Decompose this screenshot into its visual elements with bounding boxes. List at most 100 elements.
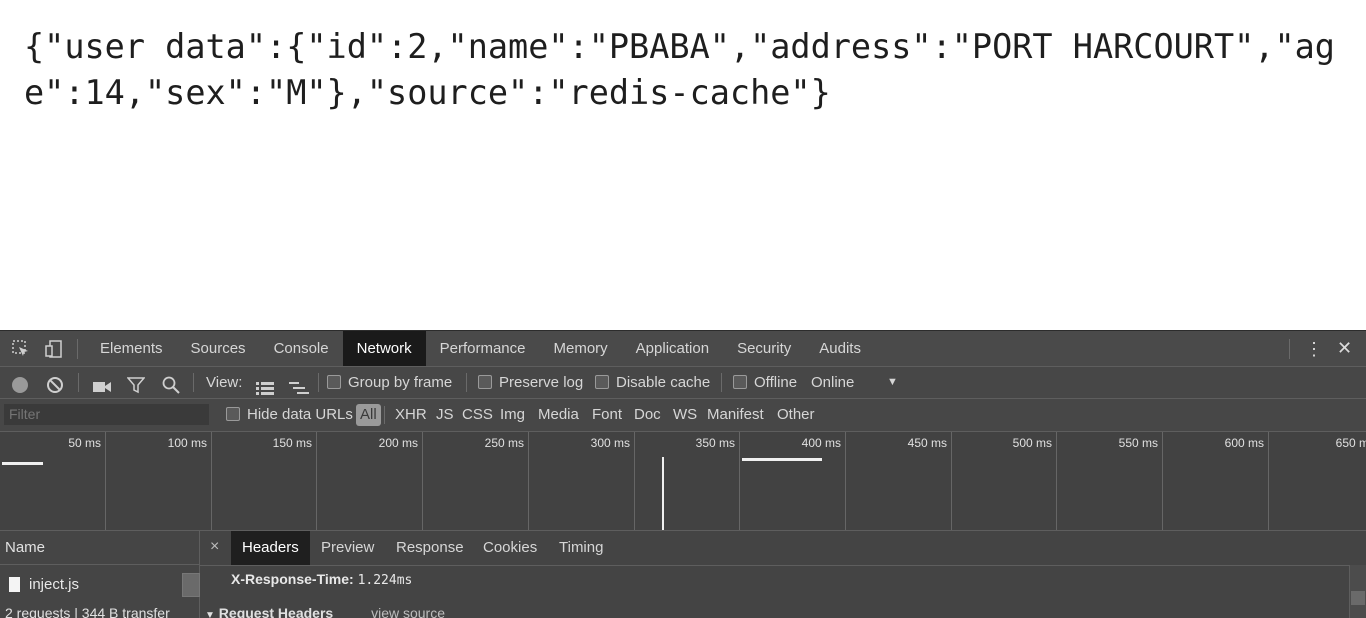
waterfall-view-icon[interactable] [289, 375, 309, 394]
filter-type-xhr[interactable]: XHR [395, 399, 427, 431]
filter-type-js[interactable]: JS [436, 399, 454, 431]
chevron-down-icon: ▼ [887, 376, 898, 388]
timeline-gridline [1162, 432, 1163, 530]
large-rows-icon[interactable] [256, 375, 274, 395]
search-icon[interactable] [162, 374, 180, 394]
table-row[interactable]: inject.js [0, 573, 200, 597]
request-bar [2, 462, 43, 465]
request-headers-section[interactable]: ▼ Request Headers view source [205, 605, 445, 618]
tab-audits[interactable]: Audits [805, 331, 875, 366]
file-icon [9, 577, 20, 592]
filter-type-all[interactable]: All [356, 404, 381, 426]
json-response-body: {"user data":{"id":2,"name":"PBABA","add… [24, 27, 1335, 112]
timeline-tick-label: 400 ms [801, 436, 841, 450]
checkbox-box[interactable] [595, 375, 609, 389]
disable-cache-checkbox[interactable]: Disable cache [595, 367, 710, 398]
filter-type-ws[interactable]: WS [673, 399, 697, 431]
kebab-menu-icon[interactable]: ⋮ [1305, 339, 1323, 360]
devtools-tabs: Elements Sources Console Network Perform… [86, 331, 875, 366]
checkbox-box[interactable] [478, 375, 492, 389]
timeline-tick-label: 350 ms [695, 436, 735, 450]
scrollbar-thumb[interactable] [1351, 591, 1365, 605]
filter-type-doc[interactable]: Doc [634, 399, 661, 431]
funnel-icon[interactable] [126, 374, 146, 394]
preserve-log-checkbox[interactable]: Preserve log [478, 367, 583, 398]
request-bar [742, 458, 822, 461]
tab-network[interactable]: Network [342, 331, 426, 366]
device-toolbar-icon[interactable] [45, 340, 63, 358]
filter-type-media[interactable]: Media [538, 399, 579, 431]
view-source-link[interactable]: view source [371, 605, 445, 618]
timeline-tick-label: 150 ms [272, 436, 312, 450]
header-value: 1.224ms [357, 573, 413, 588]
tab-cookies[interactable]: Cookies [472, 531, 548, 565]
response-header-row: X-Response-Time: 1.224ms [231, 571, 412, 588]
tab-application[interactable]: Application [622, 331, 723, 366]
checkbox-box[interactable] [226, 407, 240, 421]
toolbar-divider [721, 373, 722, 392]
close-icon[interactable]: × [210, 538, 219, 556]
section-title: Request Headers [218, 605, 334, 618]
timeline-tick-label: 650 m [1335, 436, 1366, 450]
filter-type-manifest[interactable]: Manifest [707, 399, 764, 431]
filter-type-font[interactable]: Font [592, 399, 622, 431]
tab-headers[interactable]: Headers [231, 531, 310, 565]
timeline-gridline [422, 432, 423, 530]
timeline-gridline [845, 432, 846, 530]
network-toolbar: View: Group by frame Preserve log Disabl… [0, 367, 1366, 399]
toolbar-divider [193, 373, 194, 392]
timeline-tick-label: 600 ms [1224, 436, 1264, 450]
request-detail-pane: × Headers Preview Response Cookies Timin… [200, 531, 1366, 618]
timeline-tick-label: 550 ms [1118, 436, 1158, 450]
close-icon[interactable]: ✕ [1337, 338, 1352, 359]
tab-security[interactable]: Security [723, 331, 805, 366]
group-by-frame-label: Group by frame [348, 374, 453, 391]
filter-type-other[interactable]: Other [777, 399, 815, 431]
video-camera-icon[interactable] [92, 375, 112, 392]
tab-response[interactable]: Response [385, 531, 475, 565]
throttling-value: Online [811, 374, 855, 391]
toolbar-divider [1289, 339, 1290, 359]
throttling-select[interactable]: Online ▼ [811, 367, 898, 398]
timeline-gridline [1268, 432, 1269, 530]
tab-sources[interactable]: Sources [177, 331, 260, 366]
checkbox-box[interactable] [733, 375, 747, 389]
scrollbar-thumb[interactable] [182, 573, 200, 597]
tab-timing[interactable]: Timing [548, 531, 614, 565]
hide-data-urls-checkbox[interactable]: Hide data URLs [226, 399, 353, 431]
tab-preview[interactable]: Preview [310, 531, 385, 565]
timeline-gridline [951, 432, 952, 530]
disable-cache-label: Disable cache [616, 374, 711, 391]
timeline-tick-label: 250 ms [484, 436, 524, 450]
tab-elements[interactable]: Elements [86, 331, 177, 366]
preserve-log-label: Preserve log [499, 374, 584, 391]
toolbar-divider [78, 373, 79, 392]
filter-type-css[interactable]: CSS [462, 399, 493, 431]
timeline-tick-label: 100 ms [167, 436, 207, 450]
toolbar-divider [384, 406, 385, 424]
timeline-gridline [528, 432, 529, 530]
tab-console[interactable]: Console [260, 331, 343, 366]
tab-performance[interactable]: Performance [426, 331, 540, 366]
group-by-frame-checkbox[interactable]: Group by frame [327, 367, 452, 398]
name-column-header[interactable]: Name [0, 531, 199, 565]
requests-summary: 2 requests | 344 B transfer [5, 605, 170, 618]
timeline-tick-label: 300 ms [590, 436, 630, 450]
tab-memory[interactable]: Memory [540, 331, 622, 366]
offline-checkbox[interactable]: Offline [733, 367, 797, 398]
timeline-tick-label: 450 ms [907, 436, 947, 450]
request-name: inject.js [29, 576, 80, 593]
requests-list: Name inject.js 2 requests | 344 B transf… [0, 531, 200, 618]
filter-input[interactable] [4, 404, 209, 425]
checkbox-box[interactable] [327, 375, 341, 389]
network-overview-timeline[interactable]: 50 ms 100 ms 150 ms 200 ms 250 ms 300 ms 350 m… [0, 432, 1366, 531]
filter-type-img[interactable]: Img [500, 399, 525, 431]
load-event-marker [662, 457, 664, 530]
toolbar-divider [318, 373, 319, 392]
clear-icon[interactable] [46, 374, 64, 393]
detail-scrollbar[interactable] [1349, 565, 1366, 618]
record-icon[interactable] [11, 374, 29, 393]
inspect-element-icon[interactable] [12, 340, 30, 358]
timeline-gridline [1056, 432, 1057, 530]
toolbar-divider [77, 339, 78, 359]
